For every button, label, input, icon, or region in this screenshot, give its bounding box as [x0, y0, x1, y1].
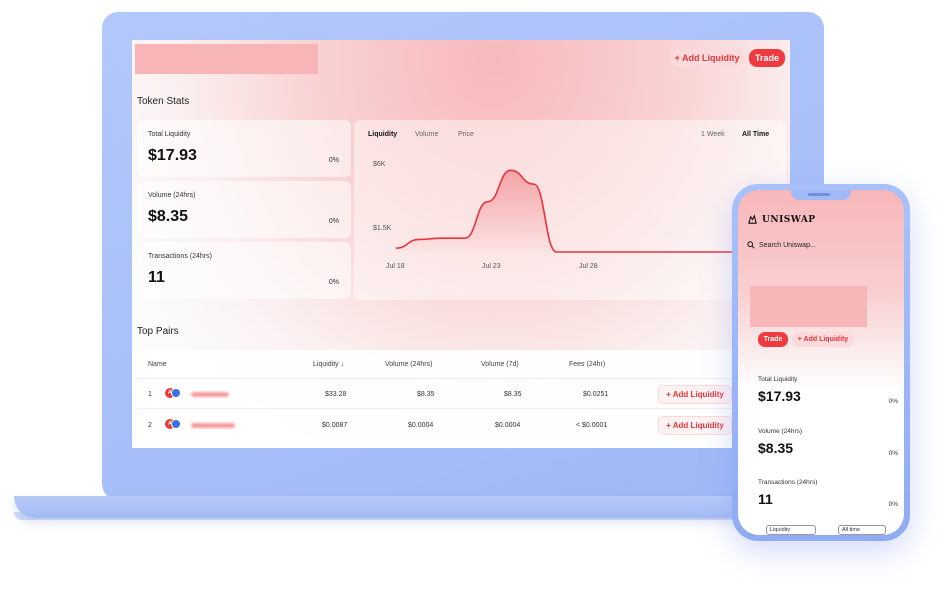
- search-input[interactable]: Search Uniswap...: [747, 241, 816, 249]
- row-index: 1: [148, 391, 152, 398]
- col-header-name[interactable]: Name: [148, 361, 167, 368]
- unicorn-icon: [748, 214, 757, 224]
- pair-token-icon: A: [165, 388, 181, 399]
- stat-change: 0%: [328, 279, 339, 286]
- cell-volume-24h: $8.35: [417, 391, 435, 398]
- table-row[interactable]: 1 A $33.28 $8.35 $8.35 $0.0251 + Add Liq…: [137, 378, 789, 409]
- desktop-dashboard: + Add Liquidity Trade Token Stats Total …: [132, 40, 790, 448]
- pair-token-icon: A: [165, 419, 181, 430]
- stat-change: 0%: [888, 450, 898, 457]
- liquidity-chart-card: Liquidity Volume Price 1 Week All Time $…: [354, 120, 786, 300]
- stat-value: 11: [148, 269, 165, 286]
- stat-change: 0%: [888, 501, 898, 508]
- stat-label: Volume (24hrs): [148, 192, 196, 199]
- mobile-stat-total-liquidity: Total Liquidity $17.93 0%: [758, 376, 898, 405]
- col-header-liquidity[interactable]: Liquidity ↓: [313, 361, 344, 368]
- mobile-dashboard: UNISWAP Search Uniswap... Trade + Add Li…: [738, 190, 904, 535]
- stat-value: $8.35: [148, 208, 189, 225]
- liquidity-area-chart: $6K $1.5K Jul 18 Jul 23 Jul 28: [373, 161, 786, 270]
- redacted-pair-name: [191, 423, 235, 428]
- phone-speaker: [808, 193, 830, 196]
- uniswap-logo[interactable]: UNISWAP: [747, 214, 816, 225]
- col-header-fees[interactable]: Fees (24hr): [569, 361, 605, 368]
- mobile-metric-select[interactable]: Liquidity: [766, 525, 816, 535]
- stat-label: Transactions (24hrs): [758, 479, 818, 486]
- stat-label: Transactions (24hrs): [148, 253, 212, 260]
- col-header-volume-24h[interactable]: Volume (24hrs): [385, 361, 432, 368]
- mobile-stat-volume: Volume (24hrs) $8.35 0%: [758, 428, 898, 457]
- stat-label: Total Liquidity: [148, 131, 191, 138]
- stat-value: 11: [758, 491, 773, 507]
- token-stats-title: Token Stats: [137, 96, 190, 107]
- stat-label: Total Liquidity: [758, 376, 798, 383]
- search-placeholder: Search Uniswap...: [759, 241, 816, 249]
- row-index: 2: [148, 422, 152, 429]
- y-tick-label: $1.5K: [373, 225, 392, 232]
- stat-card-volume: Volume (24hrs) $8.35 0%: [137, 181, 351, 238]
- row-add-liquidity-button[interactable]: + Add Liquidity: [658, 385, 732, 404]
- stat-value: $17.93: [758, 388, 801, 404]
- mobile-add-liquidity-button[interactable]: + Add Liquidity: [792, 332, 854, 347]
- chart-area-fill: [396, 170, 786, 252]
- stat-card-transactions: Transactions (24hrs) 11 0%: [137, 242, 351, 299]
- top-pairs-title: Top Pairs: [137, 326, 179, 337]
- redacted-token-header: [750, 286, 867, 327]
- logo-text: UNISWAP: [762, 214, 816, 225]
- add-liquidity-button[interactable]: + Add Liquidity: [670, 49, 744, 67]
- phone-frame: UNISWAP Search Uniswap... Trade + Add Li…: [732, 184, 910, 541]
- x-tick-label: Jul 18: [386, 263, 405, 270]
- redacted-logo-area: [135, 44, 318, 74]
- cell-volume-7d: $8.35: [504, 391, 522, 398]
- stat-change: 0%: [888, 398, 898, 405]
- stat-label: Volume (24hrs): [758, 428, 803, 435]
- redacted-pair-name: [191, 392, 229, 397]
- mobile-stat-transactions: Transactions (24hrs) 11 0%: [758, 479, 898, 508]
- trade-button[interactable]: Trade: [749, 49, 785, 67]
- mobile-range-select[interactable]: All time: [838, 525, 886, 535]
- stat-change: 0%: [328, 218, 339, 225]
- promo-mockup: + Add Liquidity Trade Token Stats Total …: [0, 0, 950, 600]
- x-tick-label: Jul 28: [579, 263, 598, 270]
- stat-value: $8.35: [758, 440, 794, 456]
- cell-liquidity: $0.0087: [322, 422, 348, 429]
- cell-volume-7d: $0.0004: [495, 422, 521, 429]
- table-row[interactable]: 2 A $0.0087 $0.0004 $0.0004 < $0.0001 + …: [137, 410, 789, 441]
- stat-change: 0%: [328, 157, 339, 164]
- cell-fees: $0.0251: [583, 391, 609, 398]
- stat-card-total-liquidity: Total Liquidity $17.93 0%: [137, 120, 351, 177]
- cell-fees: < $0.0001: [576, 422, 608, 429]
- row-add-liquidity-button[interactable]: + Add Liquidity: [658, 416, 732, 435]
- col-header-volume-7d[interactable]: Volume (7d): [481, 361, 519, 368]
- mobile-trade-button[interactable]: Trade: [758, 332, 788, 347]
- stat-value: $17.93: [148, 147, 197, 164]
- search-icon: [747, 241, 755, 249]
- cell-liquidity: $33.28: [325, 391, 347, 398]
- top-pairs-table: Name Liquidity ↓ Volume (24hrs) Volume (…: [137, 350, 789, 448]
- x-tick-label: Jul 23: [482, 263, 501, 270]
- cell-volume-24h: $0.0004: [408, 422, 434, 429]
- y-tick-label: $6K: [373, 161, 386, 168]
